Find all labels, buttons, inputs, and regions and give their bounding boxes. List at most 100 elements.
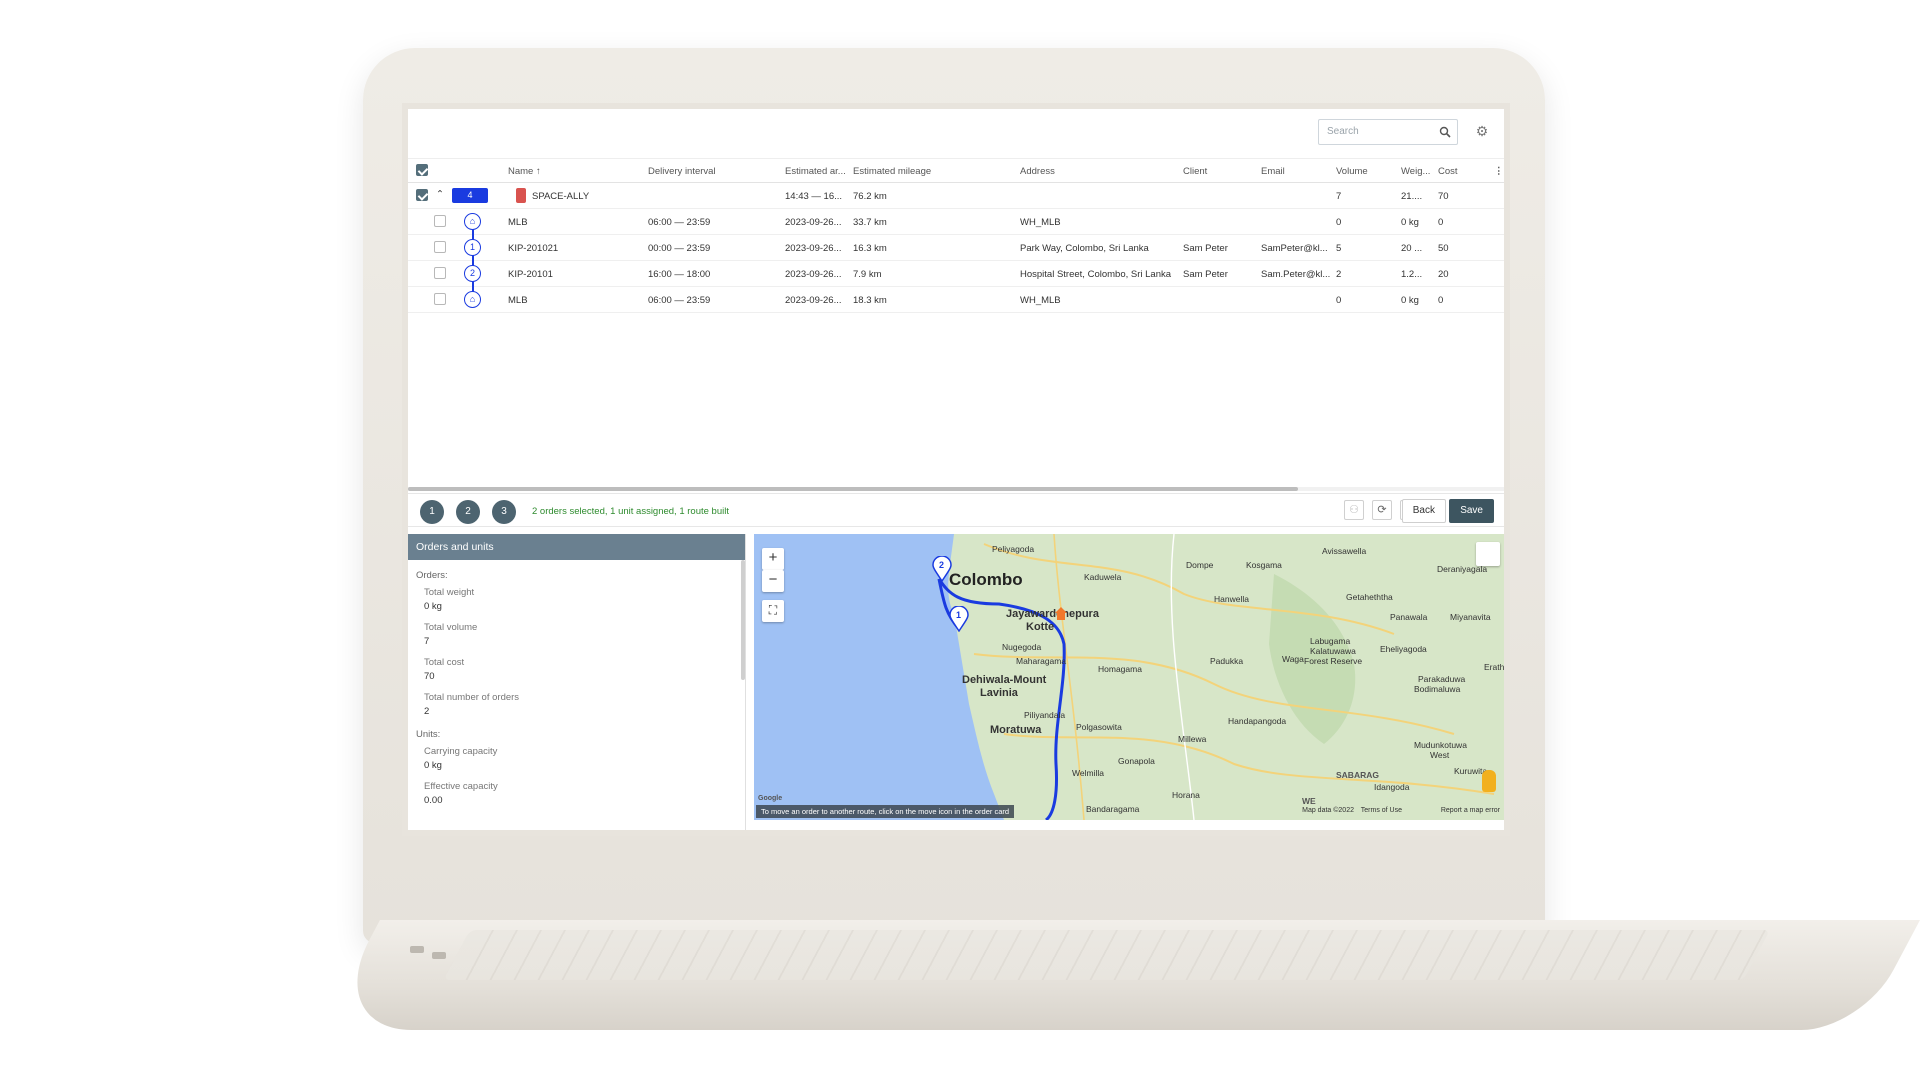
map-attribution: Map data ©2022 bbox=[1302, 807, 1354, 814]
map-label: Hanwella bbox=[1214, 594, 1249, 604]
table-row[interactable]: ⌂ MLB 06:00 — 23:59 2023-09-26... 18.3 k… bbox=[408, 287, 1504, 313]
order-arrival: 2023-09-26... bbox=[785, 217, 842, 228]
order-cost: 0 bbox=[1438, 295, 1444, 306]
map-label: Forest Reserve bbox=[1304, 656, 1363, 666]
map-label: Deraniyagala bbox=[1437, 564, 1488, 574]
map-hint-text: To move an order to another route, click… bbox=[756, 805, 1015, 818]
map-label: Getaheththa bbox=[1346, 592, 1393, 602]
laptop-keyboard bbox=[443, 930, 1770, 980]
select-all-checkbox[interactable] bbox=[416, 164, 428, 176]
unit-cost: 70 bbox=[1438, 191, 1449, 202]
column-menu-icon[interactable]: ⋮ bbox=[1494, 166, 1504, 177]
map-label: Jayawardenepura bbox=[1006, 608, 1099, 620]
total-orders-label: Total number of orders bbox=[424, 692, 520, 703]
map-label: Padukka bbox=[1210, 656, 1244, 666]
map-report-link[interactable]: Report a map error bbox=[1441, 807, 1500, 814]
unit-volume: 7 bbox=[1336, 191, 1342, 202]
order-name: MLB bbox=[508, 295, 528, 306]
google-logo: Google bbox=[758, 795, 783, 802]
units-section-label: Units: bbox=[416, 729, 441, 740]
route-map[interactable]: + − ⛶ Colombo Jayawardenepura Kotte Dehi… bbox=[754, 534, 1504, 820]
map-label: Bandaragama bbox=[1086, 804, 1140, 814]
carrying-capacity-value: 0 kg bbox=[424, 760, 442, 771]
effective-capacity-value: 0.00 bbox=[424, 795, 443, 806]
col-address[interactable]: Address bbox=[1020, 166, 1055, 177]
map-pin-2-label: 2 bbox=[939, 560, 945, 570]
scrollbar-thumb[interactable] bbox=[408, 487, 1298, 491]
vehicle-icon bbox=[516, 188, 526, 203]
carrying-capacity-label: Carrying capacity bbox=[424, 746, 498, 757]
zoom-out-button[interactable]: − bbox=[762, 570, 784, 592]
order-weight: 0 kg bbox=[1401, 295, 1419, 306]
unit-arrival: 14:43 — 16... bbox=[785, 191, 843, 202]
col-client[interactable]: Client bbox=[1183, 166, 1207, 177]
panel-scrollbar[interactable] bbox=[741, 560, 745, 680]
map-label: Panawala bbox=[1390, 612, 1428, 622]
order-cost: 50 bbox=[1438, 243, 1449, 254]
step-1-button[interactable]: 1 bbox=[420, 500, 444, 524]
col-volume[interactable]: Volume bbox=[1336, 166, 1368, 177]
unassign-user-icon[interactable]: ⚇ bbox=[1344, 500, 1364, 520]
save-button[interactable]: Save bbox=[1449, 499, 1494, 523]
route-line bbox=[472, 221, 474, 301]
map-label: Gonapola bbox=[1118, 756, 1155, 766]
warehouse-home-icon[interactable] bbox=[1054, 606, 1068, 622]
order-email: SamPeter@kl... bbox=[1261, 243, 1328, 254]
order-mileage: 18.3 km bbox=[853, 295, 887, 306]
order-address: Park Way, Colombo, Sri Lanka bbox=[1020, 243, 1149, 254]
home-icon: ⌂ bbox=[464, 213, 481, 230]
order-cost: 0 bbox=[1438, 217, 1444, 228]
row-checkbox[interactable] bbox=[434, 293, 446, 305]
usb-port bbox=[410, 946, 424, 953]
search-input[interactable]: Search bbox=[1318, 119, 1458, 145]
step-3-button[interactable]: 3 bbox=[492, 500, 516, 524]
col-name[interactable]: Name ↑ bbox=[508, 166, 541, 177]
table-header: Name ↑ Delivery interval Estimated ar...… bbox=[408, 159, 1504, 183]
order-arrival: 2023-09-26... bbox=[785, 295, 842, 306]
unit-checkbox[interactable] bbox=[416, 189, 428, 201]
stops-count-badge: 4 bbox=[452, 188, 488, 203]
order-name: KIP-201021 bbox=[508, 243, 559, 254]
order-interval: 06:00 — 23:59 bbox=[648, 295, 711, 306]
fullscreen-button[interactable]: ⛶ bbox=[762, 600, 784, 622]
row-checkbox[interactable] bbox=[434, 267, 446, 279]
map-layers-button[interactable] bbox=[1476, 542, 1500, 566]
row-checkbox[interactable] bbox=[434, 215, 446, 227]
usb-port bbox=[432, 952, 446, 959]
col-delivery-interval[interactable]: Delivery interval bbox=[648, 166, 716, 177]
map-label: Kalatuwawa bbox=[1310, 646, 1356, 656]
map-label: Bodimaluwa bbox=[1414, 684, 1461, 694]
table-row[interactable]: 1 KIP-201021 00:00 — 23:59 2023-09-26...… bbox=[408, 235, 1504, 261]
order-weight: 0 kg bbox=[1401, 217, 1419, 228]
horizontal-scrollbar[interactable] bbox=[408, 487, 1504, 491]
gear-icon[interactable]: ⚙ bbox=[1474, 123, 1490, 139]
stop-number: 2 bbox=[464, 265, 481, 282]
row-checkbox[interactable] bbox=[434, 241, 446, 253]
order-address: WH_MLB bbox=[1020, 217, 1061, 228]
map-pin-1-label: 1 bbox=[956, 610, 962, 620]
unit-mileage: 76.2 km bbox=[853, 191, 887, 202]
total-orders-value: 2 bbox=[424, 706, 430, 717]
map-label: Avissawella bbox=[1322, 546, 1367, 556]
zoom-in-button[interactable]: + bbox=[762, 548, 784, 570]
step-2-button[interactable]: 2 bbox=[456, 500, 480, 524]
unit-row[interactable]: ⌃ 4 SPACE-ALLY 14:43 — 16... 76.2 km 7 2… bbox=[408, 183, 1504, 209]
col-email[interactable]: Email bbox=[1261, 166, 1285, 177]
col-estimated-mileage[interactable]: Estimated mileage bbox=[853, 166, 931, 177]
map-label: West bbox=[1430, 750, 1450, 760]
back-button[interactable]: Back bbox=[1401, 499, 1446, 523]
col-estimated-arrival[interactable]: Estimated ar... bbox=[785, 166, 846, 177]
col-cost[interactable]: Cost bbox=[1438, 166, 1458, 177]
table-row[interactable]: 2 KIP-20101 16:00 — 18:00 2023-09-26... … bbox=[408, 261, 1504, 287]
chevron-up-icon[interactable]: ⌃ bbox=[436, 189, 444, 200]
refresh-route-icon[interactable]: ⟳ bbox=[1372, 500, 1392, 520]
street-view-pegman-icon[interactable] bbox=[1482, 770, 1496, 792]
total-volume-value: 7 bbox=[424, 636, 430, 647]
map-label: Maharagama bbox=[1016, 656, 1067, 666]
order-email: Sam.Peter@kl... bbox=[1261, 269, 1331, 280]
map-label: Parakaduwa bbox=[1418, 674, 1466, 684]
route-planner-app: Search ⚙ Name ↑ Delivery interval Estima… bbox=[408, 109, 1504, 830]
map-terms-link[interactable]: Terms of Use bbox=[1361, 807, 1402, 814]
table-row[interactable]: ⌂ MLB 06:00 — 23:59 2023-09-26... 33.7 k… bbox=[408, 209, 1504, 235]
col-weight[interactable]: Weig... bbox=[1401, 166, 1430, 177]
